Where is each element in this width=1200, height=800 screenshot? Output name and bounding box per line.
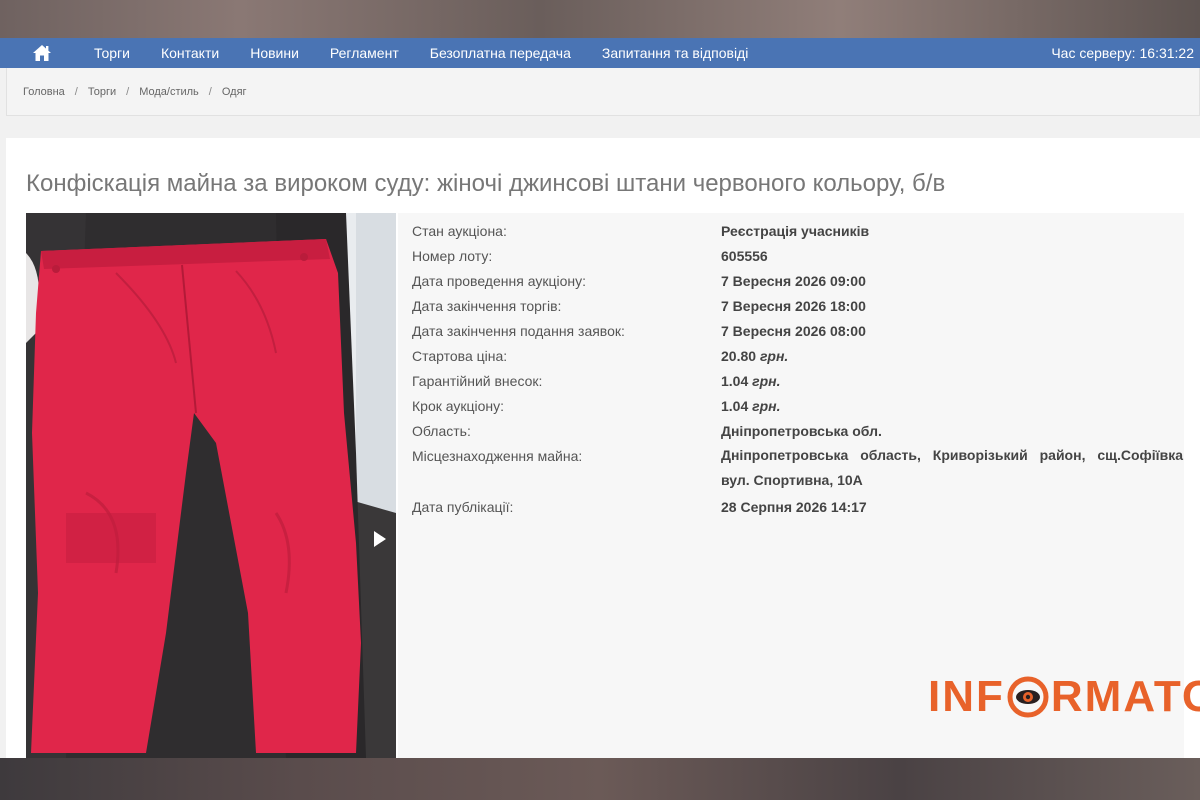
nav-item-faq[interactable]: Запитання та відповіді — [602, 45, 748, 61]
detail-label: Номер лоту: — [412, 248, 493, 264]
nav-item-free-transfer[interactable]: Безоплатна передача — [430, 45, 571, 61]
detail-label: Область: — [412, 423, 471, 439]
server-time: Час серверу: 16:31:22 — [1051, 38, 1194, 68]
detail-label: Гарантійний внесок: — [412, 373, 543, 389]
watermark-text-left: INF — [928, 672, 1005, 721]
detail-value: 1.04 грн. — [721, 398, 1183, 414]
eye-icon — [1007, 676, 1049, 718]
nav-menu: Торги Контакти Новини Регламент Безоплат… — [94, 38, 779, 68]
detail-label: Місцезнаходження майна: — [412, 448, 583, 464]
detail-label: Дата публікації: — [412, 499, 514, 515]
breadcrumb-auctions[interactable]: Торги — [88, 86, 116, 98]
detail-value: 7 Вересня 2026 08:00 — [721, 323, 866, 339]
price-amount: 1.04 — [721, 398, 749, 414]
breadcrumb-clothing: Одяг — [221, 85, 247, 98]
detail-label: Дата проведення аукціону: — [412, 273, 586, 289]
backdrop-bottom — [0, 758, 1200, 800]
price-amount: 1.04 — [721, 373, 749, 389]
nav-item-auctions[interactable]: Торги — [94, 45, 130, 61]
detail-value: 605556 — [721, 248, 768, 264]
price-currency: грн. — [752, 373, 781, 389]
breadcrumb-separator: / — [126, 85, 130, 98]
price-currency: грн. — [752, 398, 781, 414]
server-time-value: 16:31:22 — [1139, 45, 1195, 61]
detail-value: 7 Вересня 2026 09:00 — [721, 273, 866, 289]
breadcrumb-separator: / — [74, 85, 78, 98]
detail-value: 1.04 грн. — [721, 373, 1183, 389]
breadcrumb: Головна / Торги / Мода/стиль / Одяг — [6, 68, 1200, 116]
detail-value: Дніпропетровська область, Криворізький р… — [721, 447, 1183, 488]
detail-label: Дата закінчення торгів: — [412, 298, 562, 314]
detail-value: 28 Серпня 2026 14:17 — [721, 499, 867, 515]
lot-photo[interactable] — [26, 213, 396, 758]
server-time-label: Час серверу: — [1051, 45, 1136, 61]
lot-card: Конфіскація майна за вироком суду: жіноч… — [6, 138, 1200, 758]
detail-value: 7 Вересня 2026 18:00 — [721, 298, 866, 314]
watermark-text-right: RMATOR — [1050, 672, 1200, 721]
detail-value: Реєстрація учасників — [721, 223, 870, 239]
next-slide-icon[interactable] — [372, 529, 388, 549]
price-currency: грн. — [759, 348, 789, 364]
backdrop-top — [0, 0, 1200, 38]
breadcrumb-home[interactable]: Головна — [23, 86, 65, 98]
browser-screen: Торги Контакти Новини Регламент Безоплат… — [0, 38, 1200, 758]
detail-label: Крок аукціону: — [412, 398, 505, 414]
nav-item-regulations[interactable]: Регламент — [330, 45, 399, 61]
nav-item-news[interactable]: Новини — [250, 45, 299, 61]
breadcrumb-fashion[interactable]: Мода/стиль — [139, 86, 199, 98]
detail-value: 20.80 грн. — [721, 348, 1183, 364]
breadcrumb-separator: / — [208, 85, 212, 98]
detail-label: Дата закінчення подання заявок: — [412, 323, 625, 339]
page-title: Конфіскація майна за вироком суду: жіноч… — [26, 170, 946, 197]
jeans-photo-image — [26, 213, 396, 758]
informator-watermark-logo: INF RMATOR — [928, 672, 1200, 722]
price-amount: 20.80 — [721, 348, 757, 364]
nav-item-contacts[interactable]: Контакти — [161, 45, 219, 61]
top-navbar: Торги Контакти Новини Регламент Безоплат… — [0, 38, 1200, 68]
detail-value: Дніпропетровська обл. — [721, 423, 882, 439]
detail-label: Стан аукціона: — [412, 223, 507, 239]
detail-label: Стартова ціна: — [412, 348, 508, 364]
home-icon[interactable] — [32, 44, 52, 62]
